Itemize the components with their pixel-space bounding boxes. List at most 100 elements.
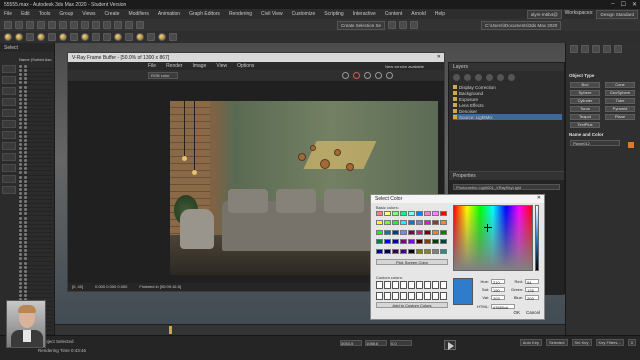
vray-plane-icon[interactable] <box>70 33 78 41</box>
color-swatch[interactable] <box>392 229 399 235</box>
undo-icon[interactable] <box>4 21 12 29</box>
geosphere-button[interactable]: GeoSphere <box>605 90 635 96</box>
custom-color-slot[interactable] <box>376 291 383 300</box>
freeze-icon[interactable] <box>24 269 27 273</box>
vray-scene-icon[interactable] <box>169 33 177 41</box>
freeze-icon[interactable] <box>24 183 27 187</box>
project-path[interactable]: C:\Users\\Documents\3ds Max 2020 <box>481 20 562 30</box>
color-swatch[interactable] <box>392 211 399 216</box>
freeze-icon[interactable] <box>24 265 27 269</box>
filter-hidden-icon[interactable] <box>2 186 16 194</box>
visibility-icon[interactable] <box>19 204 22 208</box>
visibility-icon[interactable] <box>19 241 22 245</box>
red-input[interactable]: 54 <box>525 278 539 285</box>
freeze-icon[interactable] <box>24 175 27 179</box>
box-button[interactable]: Box <box>570 82 600 88</box>
green-input[interactable]: 128 <box>525 286 539 293</box>
freeze-icon[interactable] <box>24 245 27 249</box>
color-swatch[interactable] <box>392 220 399 226</box>
menu-create[interactable]: Create <box>105 11 120 17</box>
freeze-icon[interactable] <box>24 232 27 236</box>
maximize-icon[interactable]: ☐ <box>621 1 626 8</box>
filter-helpers-icon[interactable] <box>2 109 16 117</box>
visibility-icon[interactable] <box>19 105 22 109</box>
visibility-icon[interactable] <box>19 290 22 294</box>
visibility-icon[interactable] <box>19 265 22 269</box>
freeze-icon[interactable] <box>24 126 27 130</box>
freeze-icon[interactable] <box>24 155 27 159</box>
freeze-icon[interactable] <box>24 179 27 183</box>
freeze-icon[interactable] <box>24 77 27 81</box>
val-input[interactable]: 203 <box>491 294 505 301</box>
freeze-icon[interactable] <box>24 167 27 171</box>
color-swatch[interactable] <box>432 220 439 226</box>
custom-color-slot[interactable] <box>408 281 415 289</box>
interactive-render-icon[interactable] <box>375 72 382 79</box>
minimize-icon[interactable]: – <box>611 1 614 8</box>
custom-color-slot[interactable] <box>392 281 399 289</box>
color-swatch[interactable] <box>400 248 407 254</box>
vray-displace-icon[interactable] <box>125 33 133 41</box>
object-color-swatch[interactable] <box>628 142 634 148</box>
time-slider[interactable] <box>169 326 172 334</box>
custom-color-slot[interactable] <box>384 291 391 300</box>
visibility-icon[interactable] <box>19 236 22 240</box>
visibility-icon[interactable] <box>19 138 22 142</box>
load-layers-icon[interactable] <box>486 73 493 81</box>
color-swatch[interactable] <box>424 248 431 254</box>
visibility-icon[interactable] <box>19 155 22 159</box>
visibility-icon[interactable] <box>19 253 22 257</box>
visibility-icon[interactable] <box>19 69 22 73</box>
y-coord-field[interactable]: 1088.6 <box>365 340 387 346</box>
visibility-icon[interactable] <box>19 200 22 204</box>
visibility-icon[interactable] <box>19 134 22 138</box>
freeze-icon[interactable] <box>24 273 27 277</box>
ok-button[interactable]: OK <box>513 310 520 315</box>
menu-animation[interactable]: Animation <box>158 11 180 17</box>
color-swatch[interactable] <box>408 248 415 254</box>
menu-customize[interactable]: Customize <box>292 11 316 17</box>
vray-fur-icon[interactable] <box>48 33 56 41</box>
vfb-menu-render[interactable]: Render <box>166 63 182 70</box>
redo-icon[interactable] <box>15 21 23 29</box>
visibility-icon[interactable] <box>19 126 22 130</box>
freeze-icon[interactable] <box>24 216 27 220</box>
freeze-icon[interactable] <box>24 204 27 208</box>
sphere-button[interactable]: Sphere <box>570 90 600 96</box>
filter-shapes-icon[interactable] <box>2 76 16 84</box>
modify-tab-icon[interactable] <box>581 45 589 53</box>
menu-scripting[interactable]: Scripting <box>324 11 343 17</box>
visibility-icon[interactable] <box>19 208 22 212</box>
color-swatch[interactable] <box>376 211 383 216</box>
key-mode-select[interactable]: Selected <box>545 339 568 346</box>
color-swatch[interactable] <box>384 220 391 226</box>
hue-input[interactable]: 210 <box>491 278 505 285</box>
color-swatch[interactable] <box>424 220 431 226</box>
visibility-icon[interactable] <box>19 171 22 175</box>
freeze-icon[interactable] <box>24 200 27 204</box>
cone-button[interactable]: Cone <box>605 82 635 88</box>
clear-image-icon[interactable] <box>386 72 393 79</box>
pick-screen-color-button[interactable]: Pick Screen Color <box>376 259 448 265</box>
visibility-icon[interactable] <box>19 151 22 155</box>
color-swatch[interactable] <box>384 211 391 216</box>
visibility-icon[interactable] <box>19 77 22 81</box>
freeze-icon[interactable] <box>24 224 27 228</box>
visibility-icon[interactable] <box>19 73 22 77</box>
freeze-icon[interactable] <box>24 236 27 240</box>
visibility-icon[interactable] <box>19 130 22 134</box>
visibility-icon[interactable] <box>19 159 22 163</box>
visibility-icon[interactable] <box>19 179 22 183</box>
timeline[interactable] <box>55 324 565 335</box>
freeze-icon[interactable] <box>24 196 27 200</box>
name-column-header[interactable]: Name (Sorted Asc <box>19 57 51 62</box>
visibility-icon[interactable] <box>19 110 22 114</box>
color-swatch[interactable] <box>440 248 447 254</box>
object-name-input[interactable]: Plane012 <box>570 140 620 146</box>
visibility-icon[interactable] <box>19 196 22 200</box>
custom-color-slot[interactable] <box>376 281 383 289</box>
tube-button[interactable]: Tube <box>605 98 635 104</box>
visibility-icon[interactable] <box>19 122 22 126</box>
menu-group[interactable]: Group <box>59 11 73 17</box>
vray-material-icon[interactable] <box>4 33 12 41</box>
